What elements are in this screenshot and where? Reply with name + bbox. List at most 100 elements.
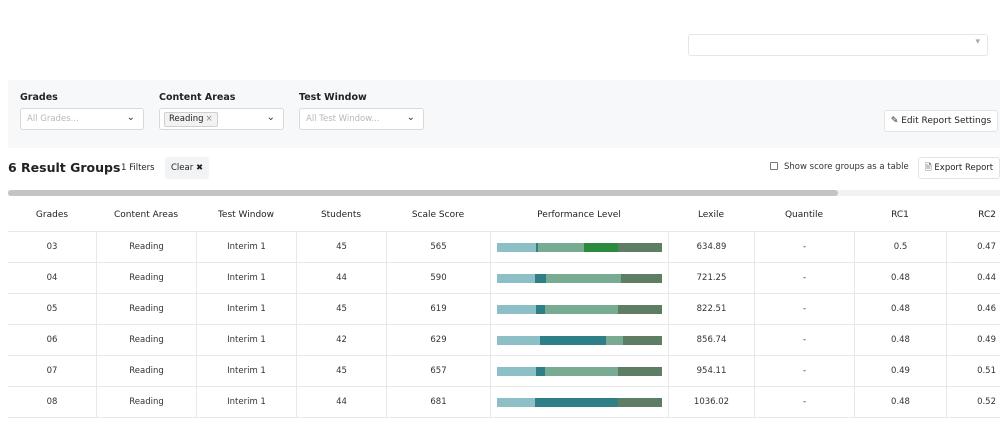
quantile-cell: - (754, 232, 854, 262)
export-report-label: Export Report (934, 163, 994, 173)
students-cell: 42 (296, 325, 386, 355)
students-cell: 44 (296, 387, 386, 417)
scale-score-cell: 590 (386, 263, 490, 293)
edit-report-settings-button[interactable]: ✎ Edit Report Settings (884, 110, 998, 132)
quantile-cell: - (754, 387, 854, 417)
test-window-cell: Interim 1 (196, 263, 296, 293)
quantile-cell: - (754, 263, 854, 293)
content-area-cell: Reading (96, 356, 196, 386)
performance-segment (584, 242, 618, 252)
grades-placeholder: All Grades... (27, 114, 79, 124)
table-row[interactable]: 03 Reading Interim 1 45 565 634.89-0.5 0.47 (8, 232, 1000, 263)
performance-segment (537, 242, 585, 252)
test-window-placeholder: All Test Window... (306, 114, 380, 124)
content-area-cell: Reading (96, 232, 196, 262)
scale-score-cell: 681 (386, 387, 490, 417)
performance-level-cell (490, 387, 668, 417)
export-report-button[interactable]: 🗎 Export Report (918, 157, 1000, 179)
column-header[interactable]: RC2 (946, 198, 1000, 231)
clear-filters-button[interactable]: Clear ✖ (165, 157, 210, 179)
performance-segment (539, 335, 607, 345)
performance-segment (496, 366, 537, 376)
performance-bar (496, 366, 663, 376)
column-header[interactable]: RC1 (854, 198, 946, 231)
performance-segment (496, 304, 537, 314)
top-select[interactable]: ▾ (688, 34, 988, 56)
rc2-cell: 0.44 (946, 263, 1000, 293)
performance-bar (496, 273, 663, 283)
grade-cell: 07 (46, 366, 58, 376)
remove-chip-icon[interactable]: × (206, 114, 213, 124)
table-row[interactable]: 05 Reading Interim 1 45 619 822.51-0.48 0.46 (8, 294, 1000, 325)
performance-level-cell (490, 263, 668, 293)
chip-label: Reading (169, 114, 204, 124)
table-row[interactable]: 08 Reading Interim 1 44 681 1036.02-0.48 0.52 (8, 387, 1000, 418)
performance-level-cell (490, 356, 668, 386)
rc2-cell: 0.47 (946, 232, 1000, 262)
test-window-select[interactable]: All Test Window... ⌄ (299, 108, 424, 130)
content-area-cell: Reading (96, 387, 196, 417)
grades-select[interactable]: All Grades... ⌄ (20, 108, 144, 130)
rc1-cell: 0.48 (854, 325, 946, 355)
performance-segment (536, 304, 545, 314)
quantile-cell: - (754, 356, 854, 386)
file-icon: 🗎 (924, 163, 932, 173)
scale-score-cell: 657 (386, 356, 490, 386)
performance-segment (546, 273, 621, 283)
performance-segment (496, 242, 537, 252)
column-header[interactable]: Content Areas (96, 198, 196, 231)
lexile-cell: 1036.02 (668, 387, 754, 417)
content-areas-label: Content Areas (159, 92, 236, 103)
column-header[interactable]: Students (296, 198, 386, 231)
column-header[interactable]: Test Window (196, 198, 296, 231)
table-row[interactable]: 07 Reading Interim 1 45 657 954.11-0.49 0.51 (8, 356, 1000, 387)
content-areas-select[interactable]: Reading × ⌄ (159, 108, 284, 130)
lexile-cell: 721.25 (668, 263, 754, 293)
table-row[interactable]: 04 Reading Interim 1 44 590 721.25-0.48 0.44 (8, 263, 1000, 294)
column-header[interactable]: Scale Score (386, 198, 490, 231)
grade-cell: 03 (46, 242, 58, 252)
show-as-table-toggle[interactable]: Show score groups as a table (770, 162, 909, 172)
performance-segment (617, 242, 663, 252)
rc1-cell: 0.48 (854, 294, 946, 324)
checkbox[interactable] (770, 162, 778, 170)
performance-segment (536, 366, 545, 376)
quantile-cell: - (754, 294, 854, 324)
column-header[interactable]: Lexile (668, 198, 754, 231)
lexile-cell: 634.89 (668, 232, 754, 262)
performance-segment (534, 273, 547, 283)
performance-bar (496, 397, 663, 407)
column-header[interactable]: Quantile (754, 198, 854, 231)
performance-level-cell (490, 325, 668, 355)
horizontal-scrollbar[interactable] (8, 190, 1000, 196)
test-window-cell: Interim 1 (196, 325, 296, 355)
rc2-cell: 0.51 (946, 356, 1000, 386)
chevron-down-icon: ▾ (975, 37, 980, 47)
scrollbar-thumb[interactable] (8, 190, 838, 196)
table-header-row: Grades Content Areas Test Window Students Sc… (8, 198, 1000, 232)
grade-cell: 05 (46, 304, 58, 314)
rc2-cell: 0.52 (946, 387, 1000, 417)
grade-cell: 08 (46, 397, 58, 407)
column-header[interactable]: Performance Level (490, 198, 668, 231)
quantile-cell: - (754, 325, 854, 355)
grades-label: Grades (20, 92, 58, 103)
scale-score-cell: 565 (386, 232, 490, 262)
performance-bar (496, 304, 663, 314)
rc2-cell: 0.46 (946, 294, 1000, 324)
students-cell: 44 (296, 263, 386, 293)
performance-bar (496, 335, 663, 345)
rc1-cell: 0.5 (854, 232, 946, 262)
table-row[interactable]: 06 Reading Interim 1 42 629 856.74-0.48 0.49 (8, 325, 1000, 356)
filters-count: 1 Filters (121, 163, 155, 173)
performance-segment (617, 304, 663, 314)
performance-segment (496, 397, 535, 407)
scale-score-cell: 629 (386, 325, 490, 355)
performance-segment (544, 366, 618, 376)
content-area-cell: Reading (96, 294, 196, 324)
filters-panel: Grades All Grades... ⌄ Content Areas Rea… (8, 80, 1000, 148)
performance-segment (534, 397, 618, 407)
column-header[interactable]: Grades (8, 198, 96, 231)
rc1-cell: 0.49 (854, 356, 946, 386)
test-window-cell: Interim 1 (196, 232, 296, 262)
